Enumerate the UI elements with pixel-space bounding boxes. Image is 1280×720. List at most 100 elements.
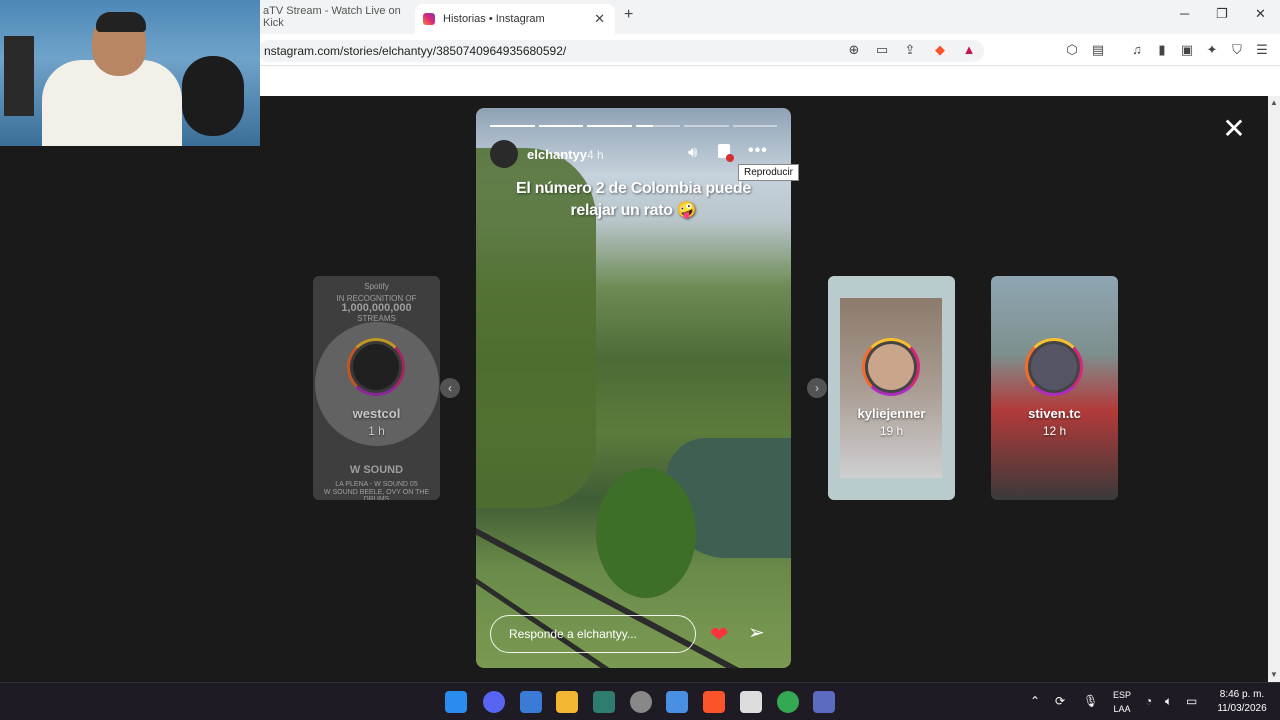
tab-instagram[interactable]: Historias • Instagram ✕ xyxy=(415,4,615,34)
scroll-down-icon[interactable]: ▼ xyxy=(1270,670,1278,679)
language-line: ESP xyxy=(1112,690,1131,700)
discord-icon[interactable] xyxy=(483,691,505,713)
language-indicator[interactable]: ESP LAA xyxy=(1110,688,1134,716)
album-sub-2: W SOUND BEELE, OVY ON THE DRUMS xyxy=(323,489,430,500)
progress-fill xyxy=(587,125,632,127)
leo-ai-icon[interactable]: ✦ xyxy=(1204,42,1220,58)
active-story[interactable]: elchantyy 4 h 🔊︎ ••• El número 2 de Colo… xyxy=(476,108,791,668)
story-caption: El número 2 de Colombia puede relajar un… xyxy=(506,178,761,222)
avatar[interactable] xyxy=(490,140,518,168)
preview-username: stiven.tc xyxy=(1028,406,1081,421)
restore-icon[interactable]: ❐ xyxy=(1216,6,1228,22)
progress-segment xyxy=(635,125,680,127)
share-icon[interactable]: ⇪ xyxy=(902,42,918,58)
rewards-icon[interactable]: ▲ xyxy=(961,42,977,58)
webcam-overlay xyxy=(0,0,260,146)
webcam-cap xyxy=(96,12,146,32)
clock-time: 8:46 p. m. xyxy=(1219,689,1265,700)
story-header: elchantyy 4 h 🔊︎ ••• xyxy=(490,140,780,168)
start-icon[interactable] xyxy=(445,691,467,713)
close-window-icon[interactable]: ✕ xyxy=(1255,6,1266,22)
system-clock[interactable]: 8:46 p. m. 11/03/2026 xyxy=(1212,688,1272,716)
cursor-pointer xyxy=(726,154,734,162)
file-explorer-icon[interactable] xyxy=(556,691,578,713)
close-tab-icon[interactable]: ✕ xyxy=(594,11,605,27)
spotify-label: Spotify xyxy=(364,282,389,291)
close-stories-button[interactable]: ✕ xyxy=(1222,115,1246,143)
preview-time: 12 h xyxy=(1042,424,1067,438)
album-title: W SOUND xyxy=(349,464,404,476)
like-heart-icon[interactable]: ❤ xyxy=(710,622,728,648)
zoom-app-icon[interactable] xyxy=(666,691,688,713)
language-line: LAA xyxy=(1113,704,1131,714)
story-bush xyxy=(596,468,696,598)
preview-time: 19 h xyxy=(879,424,904,438)
menu-icon[interactable]: ☰ xyxy=(1254,42,1270,58)
progress-segment xyxy=(490,125,535,127)
progress-segment xyxy=(732,125,777,127)
progress-fill xyxy=(490,125,535,127)
brave-icon[interactable] xyxy=(703,691,725,713)
wallet-icon[interactable]: ▣ xyxy=(1179,42,1195,58)
disney-plus-icon[interactable] xyxy=(593,691,615,713)
vpn-icon[interactable]: ⛉ xyxy=(1229,42,1245,58)
sync-icon[interactable]: ⟳ xyxy=(1055,694,1065,708)
story-time: 4 h xyxy=(587,148,604,162)
extensions-icon[interactable]: ⬡ xyxy=(1064,42,1080,58)
story-username[interactable]: elchantyy xyxy=(527,147,587,162)
story-preview-kyliejenner[interactable]: kyliejenner 19 h xyxy=(828,276,955,500)
progress-segment xyxy=(538,125,583,127)
zoom-icon[interactable]: ⊕ xyxy=(846,42,862,58)
avatar xyxy=(862,338,920,396)
preview-time: 1 h xyxy=(368,424,385,438)
webcam-shelf xyxy=(4,36,34,116)
instagram-icon xyxy=(423,13,435,25)
caption-line: relajar un rato 🤪 xyxy=(570,202,697,219)
tab-title: aTV Stream - Watch Live on Kick xyxy=(263,5,401,29)
progress-fill xyxy=(538,125,583,127)
windows-taskbar: ⌃ ⟳ 🎙︎ ESP LAA ◔ 🔈︎ ▭ 8:46 p. m. 11/03/2… xyxy=(0,682,1280,720)
microphone-icon[interactable]: 🎙︎ xyxy=(1083,694,1098,708)
tab-title: Historias • Instagram xyxy=(443,13,545,25)
avatar xyxy=(1025,338,1083,396)
brave-shield-icon[interactable]: ◆ xyxy=(932,42,948,58)
page-scrollbar[interactable]: ▲ ▼ xyxy=(1268,96,1280,682)
volume-icon[interactable]: 🔊︎ xyxy=(688,144,697,161)
store-icon[interactable] xyxy=(520,691,542,713)
avatar xyxy=(347,338,405,396)
story-preview-westcol[interactable]: Spotify IN RECOGNITION OF 1,000,000,000 … xyxy=(313,276,440,500)
chrome-icon[interactable] xyxy=(777,691,799,713)
app-icon[interactable] xyxy=(740,691,762,713)
next-story-arrow-icon[interactable]: › xyxy=(807,378,827,398)
preview-username: westcol xyxy=(352,406,401,421)
obs-icon[interactable] xyxy=(630,691,652,713)
progress-segment xyxy=(587,125,632,127)
previous-story-arrow-icon[interactable]: ‹ xyxy=(440,378,460,398)
progress-segment xyxy=(684,125,729,127)
minimize-icon[interactable]: ─ xyxy=(1180,6,1189,21)
streams-count: 1,000,000,000 xyxy=(341,302,412,314)
battery-icon[interactable]: ▭ xyxy=(1186,694,1197,708)
story-progress xyxy=(490,125,777,127)
caption-line: El número 2 de Colombia puede xyxy=(516,180,751,197)
reply-input[interactable]: Responde a elchantyy... xyxy=(490,615,696,653)
tray-expand-icon[interactable]: ⌃ xyxy=(1030,694,1040,708)
preview-username: kyliejenner xyxy=(857,406,926,421)
reader-icon[interactable]: ▤ xyxy=(1090,42,1106,58)
more-options-icon[interactable]: ••• xyxy=(748,142,768,160)
wifi-icon[interactable]: ◔ xyxy=(1145,694,1152,708)
play-tooltip: Reproducir xyxy=(738,164,799,181)
clock-date: 11/03/2026 xyxy=(1217,703,1267,714)
media-icon[interactable]: ♫ xyxy=(1129,42,1145,58)
cast-icon[interactable]: ▭ xyxy=(874,42,890,58)
streaming-app-icon[interactable] xyxy=(813,691,835,713)
scroll-up-icon[interactable]: ▲ xyxy=(1270,98,1278,107)
tab-kick[interactable]: aTV Stream - Watch Live on Kick xyxy=(255,4,415,30)
story-preview-stiven[interactable]: stiven.tc 12 h xyxy=(991,276,1118,500)
webcam-fan xyxy=(182,56,244,136)
sidebar-icon[interactable]: ▮ xyxy=(1154,42,1170,58)
volume-tray-icon[interactable]: 🔈︎ xyxy=(1165,694,1172,709)
new-tab-button[interactable]: + xyxy=(624,6,633,24)
send-icon[interactable]: ➢ xyxy=(748,620,765,645)
album-sub-1: LA PLENA - W SOUND 05 xyxy=(335,481,418,488)
